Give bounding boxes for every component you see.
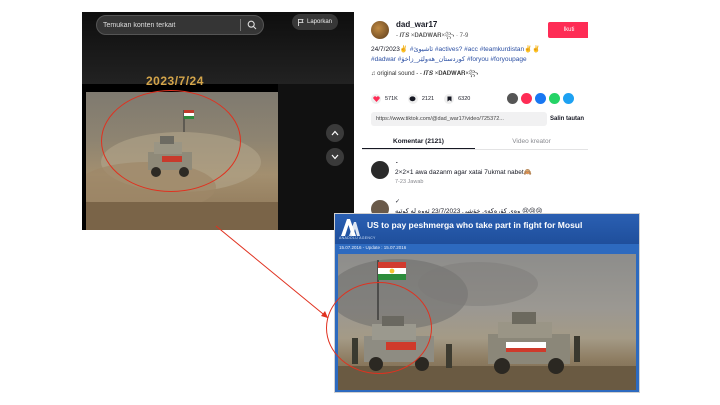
annotation-arrow bbox=[215, 225, 329, 319]
